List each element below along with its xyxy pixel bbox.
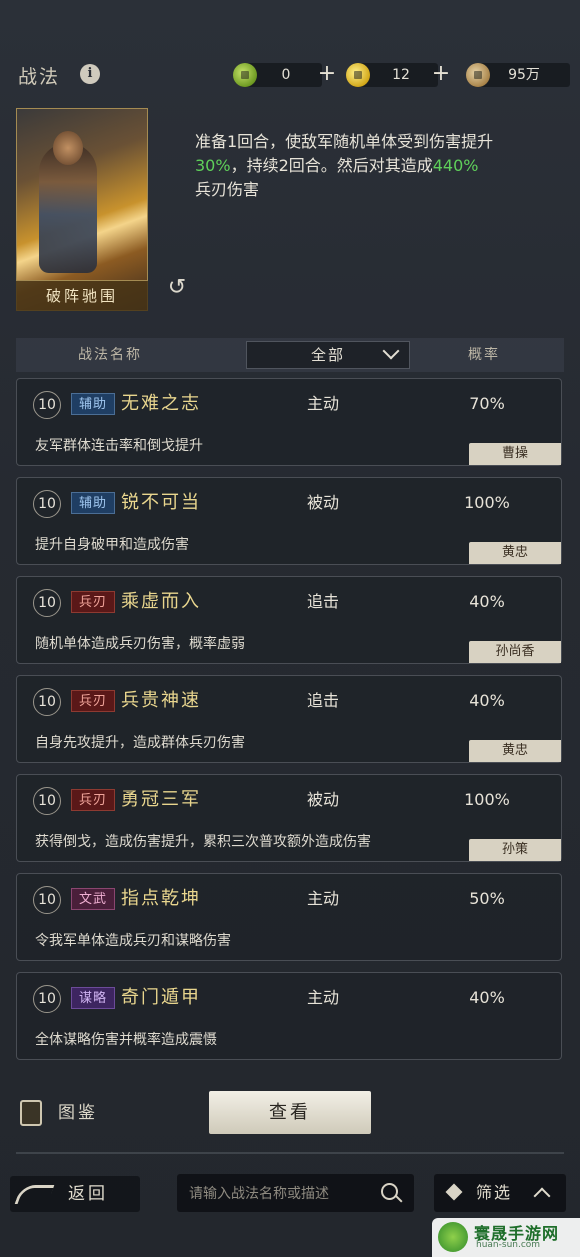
skill-rate: 40% — [469, 592, 505, 611]
name-column-header: 战法名称 — [78, 347, 142, 363]
skill-type: 追击 — [307, 691, 340, 710]
filter-button[interactable]: 筛选 — [434, 1174, 566, 1212]
skill-row[interactable]: 10 兵刃 勇冠三军 被动 100% 获得倒戈，造成伤害提升，累积三次普攻额外造成伤害 孙策 — [16, 774, 562, 862]
skill-rate: 40% — [469, 988, 505, 1007]
hero-badge: 黄忠 — [469, 542, 561, 564]
desc-post: 兵刃伤害 — [195, 180, 260, 199]
skill-rate: 40% — [469, 691, 505, 710]
search-input[interactable] — [177, 1174, 381, 1214]
watermark-sub: huan-sun.com — [476, 1240, 541, 1250]
warrior-head — [53, 131, 83, 165]
skill-type: 主动 — [307, 394, 340, 413]
skill-row[interactable]: 10 兵刃 兵贵神速 追击 40% 自身先攻提升，造成群体兵刃伤害 黄忠 — [16, 675, 562, 763]
atlas-label[interactable]: 图鉴 — [58, 1100, 98, 1126]
watermark: 寰晟手游网 huan-sun.com — [432, 1218, 580, 1257]
skill-desc: 获得倒戈，造成伤害提升，累积三次普攻额外造成伤害 — [35, 834, 371, 850]
level-badge: 10 — [33, 886, 61, 914]
page-title: 战法 — [18, 66, 61, 88]
skill-rate: 70% — [469, 394, 505, 413]
skill-desc: 令我军单体造成兵刃和谋略伤害 — [35, 933, 231, 949]
skill-rate: 50% — [469, 889, 505, 908]
level-badge: 10 — [33, 490, 61, 518]
watermark-logo-icon — [438, 1222, 468, 1252]
back-arrow-icon — [14, 1185, 55, 1204]
atlas-icon[interactable] — [20, 1100, 42, 1126]
footer-divider — [16, 1152, 564, 1154]
category-tag: 兵刃 — [71, 690, 115, 712]
filter-diamond-icon — [445, 1183, 463, 1201]
skill-type: 主动 — [307, 988, 340, 1007]
skill-name: 锐不可当 — [121, 492, 201, 513]
skill-desc: 随机单体造成兵刃伤害，概率虚弱 — [35, 636, 245, 652]
search-box — [177, 1174, 414, 1214]
level-badge: 10 — [33, 688, 61, 716]
skill-row[interactable]: 10 谋略 奇门遁甲 主动 40% 全体谋略伤害并概率造成震慑 — [16, 972, 562, 1060]
chevron-down-icon — [382, 342, 400, 360]
desc-pre: 准备1回合，使敌军随机单体受到伤害提升 — [195, 132, 494, 151]
hero-badge: 曹操 — [469, 443, 561, 465]
copper-coin-icon — [466, 63, 490, 87]
desc-pct1: 30% — [195, 156, 231, 175]
view-button[interactable]: 查看 — [209, 1091, 371, 1134]
desc-pct2: 440% — [432, 156, 479, 175]
skill-type: 追击 — [307, 592, 340, 611]
info-icon[interactable]: i — [80, 64, 100, 84]
skill-type: 被动 — [307, 790, 340, 809]
skill-name: 奇门遁甲 — [121, 987, 201, 1008]
level-badge: 10 — [33, 985, 61, 1013]
back-label: 返回 — [68, 1184, 108, 1204]
gold-coin-icon — [346, 63, 370, 87]
add-gold-button[interactable]: + — [429, 61, 453, 87]
level-badge: 10 — [33, 787, 61, 815]
skill-name: 兵贵神速 — [121, 690, 201, 711]
skill-name: 乘虚而入 — [121, 591, 201, 612]
desc-mid: ，持续2回合。然后对其造成 — [230, 156, 433, 175]
type-filter-dropdown[interactable]: 全部 — [246, 341, 410, 369]
skill-type: 主动 — [307, 889, 340, 908]
skill-name: 勇冠三军 — [121, 789, 201, 810]
skill-name: 指点乾坤 — [121, 888, 201, 909]
hero-badge: 黄忠 — [469, 740, 561, 762]
copper-value: 95万 — [508, 67, 540, 83]
skill-name: 无难之志 — [121, 393, 201, 414]
back-button[interactable]: 返回 — [10, 1176, 140, 1212]
skill-description: 准备1回合，使敌军随机单体受到伤害提升 30%，持续2回合。然后对其造成440% 兵… — [195, 130, 535, 202]
category-tag: 兵刃 — [71, 591, 115, 613]
category-tag: 兵刃 — [71, 789, 115, 811]
category-tag: 谋略 — [71, 987, 115, 1009]
skill-row[interactable]: 10 辅助 无难之志 主动 70% 友军群体连击率和倒戈提升 曹操 — [16, 378, 562, 466]
category-tag: 辅助 — [71, 492, 115, 514]
type-filter-value: 全部 — [310, 346, 345, 364]
skill-row[interactable]: 10 文武 指点乾坤 主动 50% 令我军单体造成兵刃和谋略伤害 — [16, 873, 562, 961]
jade-coin-icon — [233, 63, 257, 87]
skill-type: 被动 — [307, 493, 340, 512]
level-badge: 10 — [33, 391, 61, 419]
hero-badge: 孙策 — [469, 839, 561, 861]
category-tag: 辅助 — [71, 393, 115, 415]
skill-row[interactable]: 10 兵刃 乘虚而入 追击 40% 随机单体造成兵刃伤害，概率虚弱 孙尚香 — [16, 576, 562, 664]
skill-desc: 自身先攻提升，造成群体兵刃伤害 — [35, 735, 245, 751]
skill-rate: 100% — [464, 493, 510, 512]
jade-value: 0 — [281, 67, 291, 83]
hero-badge: 孙尚香 — [469, 641, 561, 663]
skill-row[interactable]: 10 辅助 锐不可当 被动 100% 提升自身破甲和造成伤害 黄忠 — [16, 477, 562, 565]
category-tag: 文武 — [71, 888, 115, 910]
skill-rate: 100% — [464, 790, 510, 809]
chevron-up-icon — [533, 1187, 551, 1205]
rate-column-header: 概率 — [468, 347, 500, 363]
gold-value: 12 — [392, 67, 410, 83]
add-jade-button[interactable]: + — [315, 61, 339, 87]
skill-desc: 全体谋略伤害并概率造成震慑 — [35, 1032, 217, 1048]
level-badge: 10 — [33, 589, 61, 617]
skill-desc: 提升自身破甲和造成伤害 — [35, 537, 189, 553]
search-icon[interactable] — [381, 1183, 398, 1200]
refresh-icon[interactable]: ↺ — [165, 276, 189, 300]
skill-desc: 友军群体连击率和倒戈提升 — [35, 438, 203, 454]
skill-card-name: 破阵驰围 — [16, 280, 148, 311]
filter-label: 筛选 — [476, 1183, 513, 1202]
